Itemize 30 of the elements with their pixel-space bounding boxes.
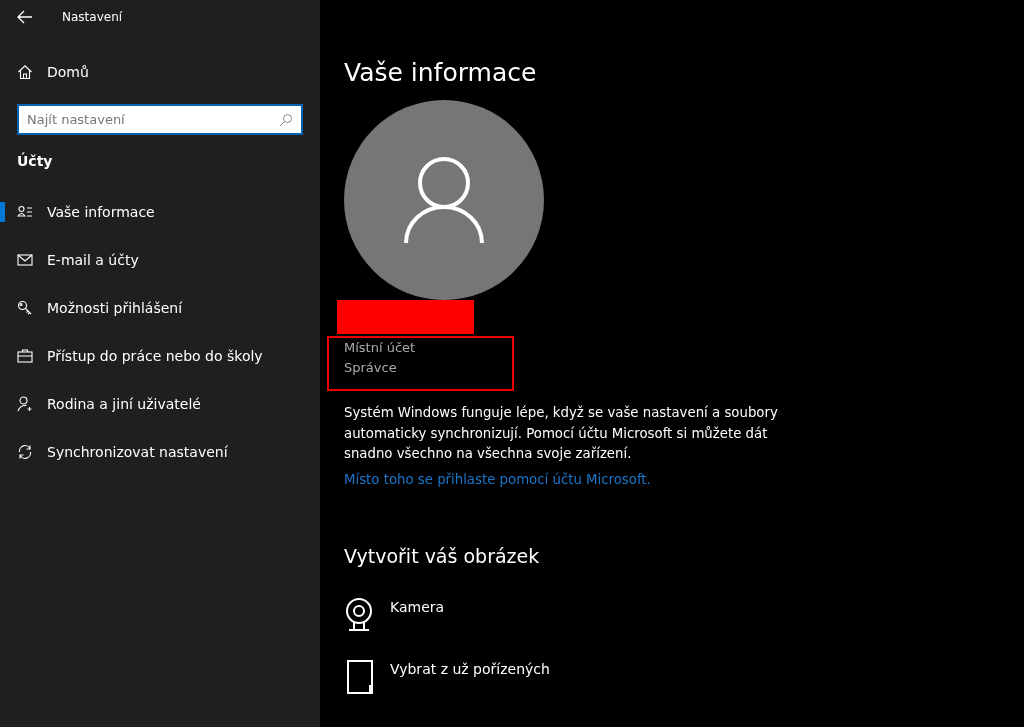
page-title: Vaše informace [344, 57, 538, 89]
sync-icon [17, 444, 33, 460]
window-title: Nastavení [62, 10, 123, 24]
back-arrow-icon [17, 10, 33, 24]
nav-item[interactable]: Vaše informace [0, 188, 320, 236]
briefcase-icon [17, 348, 33, 364]
section-heading: Účty [17, 153, 54, 171]
nav-item[interactable]: Rodina a jiní uživatelé [0, 380, 320, 428]
sign-in-link[interactable]: Místo toho se přihlaste pomocí účtu Microsoft. [344, 471, 651, 487]
nav-item[interactable]: Synchronizovat nastavení [0, 428, 320, 476]
nav-item[interactable]: Přístup do práce nebo do školy [0, 332, 320, 380]
picture-option[interactable]: Kamera [344, 596, 445, 633]
search-icon [279, 113, 293, 127]
section-heading: Vytvořit váš obrázek [344, 544, 541, 569]
account-detail: Místní účet [344, 339, 417, 357]
account-detail: Správce [344, 359, 398, 377]
nav-item[interactable]: Možnosti přihlášení [0, 284, 320, 332]
person-icon [404, 157, 484, 243]
person-list-icon [17, 204, 33, 220]
home-link[interactable]: Domů [0, 50, 320, 94]
key-icon [17, 300, 33, 316]
mail-icon [17, 252, 33, 268]
document-icon [344, 658, 374, 695]
person-add-icon [17, 396, 33, 412]
description-text: Systém Windows funguje lépe, když se vaše nastavení a soubory automaticky synchronizují. Pomocí účtu Microsoft si můžete dát snadno všechno na všechna svoje zařízení. [344, 404, 779, 463]
search-field[interactable]: Najít nastavení [17, 104, 303, 135]
home-icon [17, 64, 33, 80]
nav-item[interactable]: E-mail a účty [0, 236, 320, 284]
picture-option[interactable]: Vybrat z už pořízených [344, 658, 550, 695]
webcam-icon [344, 596, 374, 633]
